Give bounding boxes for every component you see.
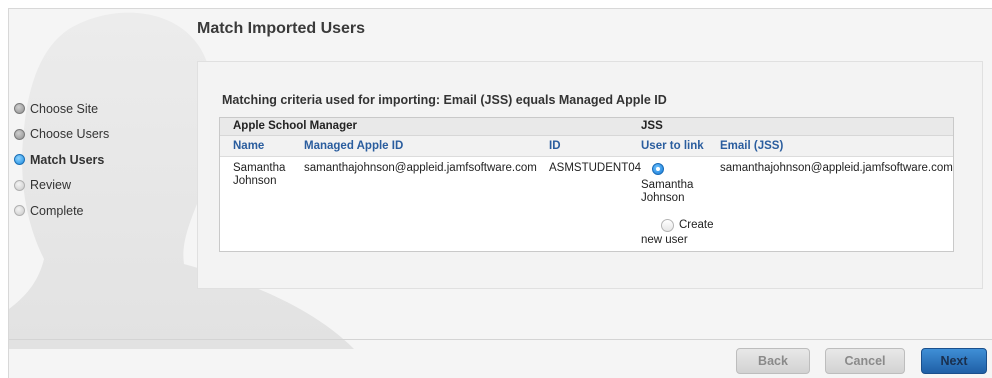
step-label: Match Users [30,152,105,167]
column-header-user-to-link[interactable]: User to link [641,140,704,152]
column-header-managed-apple-id[interactable]: Managed Apple ID [304,140,403,152]
cell-name: Samantha Johnson [233,162,286,187]
column-header-name[interactable]: Name [233,140,264,152]
cell-id: ASMSTUDENT04 [549,162,642,174]
step-pending-icon [14,179,25,191]
step-label: Choose Site [30,101,99,116]
cancel-button[interactable]: Cancel [825,348,905,374]
back-button[interactable]: Back [736,348,810,374]
match-users-table: Apple School Manager JSS Name Managed Ap… [219,117,954,252]
step-complete-icon [14,128,25,140]
wizard-steps: Choose Site Choose Users Match Users Rev… [14,96,109,224]
next-button[interactable]: Next [921,348,987,374]
cell-managed-apple-id: samanthajohnson@appleid.jamfsoftware.com [304,162,537,174]
group-header-apple-school-manager: Apple School Manager [233,120,357,132]
link-option-create-label-line1: Create [679,219,714,231]
step-pending-icon [14,205,25,217]
step-label: Complete [30,203,84,218]
table-column-header: Name Managed Apple ID ID User to link Em… [220,136,953,157]
step-complete-icon [14,103,25,115]
column-header-email-jss[interactable]: Email (JSS) [720,140,783,152]
radio-create-new-user[interactable]: Create [661,219,714,232]
cell-email-jss: samanthajohnson@appleid.jamfsoftware.com [720,162,953,174]
footer-divider [9,339,992,340]
radio-link-existing-user[interactable] [652,163,664,175]
step-label: Review [30,178,71,193]
step-complete[interactable]: Complete [14,198,109,224]
radio-selected-icon[interactable] [652,163,664,175]
step-current-icon [14,154,25,166]
step-match-users[interactable]: Match Users [14,147,109,173]
link-option-create-label-line2: new user [641,234,688,246]
column-header-id[interactable]: ID [549,140,561,152]
group-header-jss: JSS [641,120,663,132]
step-label: Choose Users [30,127,110,142]
step-review[interactable]: Review [14,173,109,199]
page-title: Match Imported Users [197,20,366,37]
link-option-existing-label: Samantha Johnson [641,179,694,204]
radio-unselected-icon[interactable] [661,219,674,232]
matching-criteria-text: Matching criteria used for importing: Em… [222,93,667,107]
step-choose-users[interactable]: Choose Users [14,122,109,148]
step-choose-site[interactable]: Choose Site [14,96,109,122]
table-group-header: Apple School Manager JSS [220,118,953,136]
